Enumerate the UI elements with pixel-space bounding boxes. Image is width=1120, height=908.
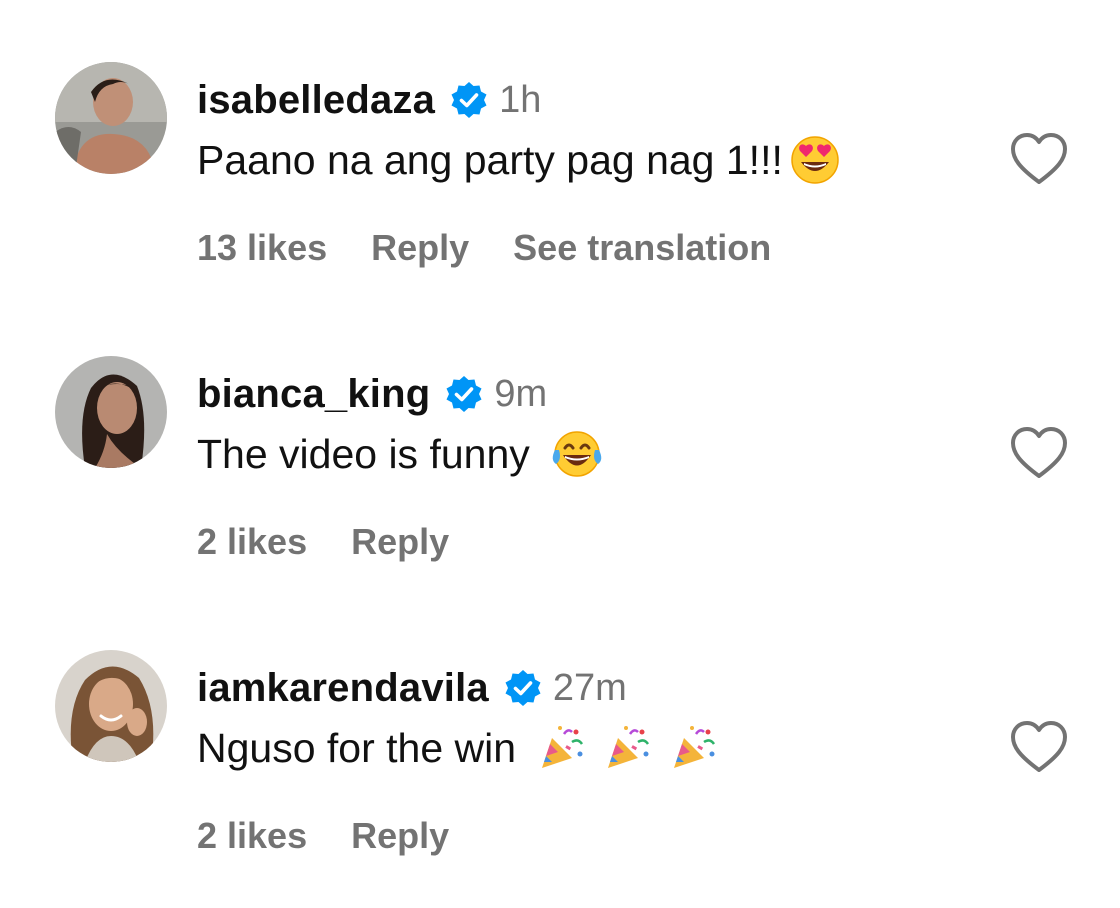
- verified-badge-icon: [503, 668, 543, 708]
- username[interactable]: isabelledaza: [197, 78, 435, 123]
- username[interactable]: bianca_king: [197, 372, 430, 417]
- comment-header: isabelledaza 1h: [197, 72, 541, 128]
- likes-count[interactable]: 2 likes: [197, 815, 307, 857]
- comment-timestamp: 9m: [494, 372, 548, 415]
- comment-timestamp: 1h: [499, 78, 542, 121]
- like-heart-icon[interactable]: [1010, 720, 1068, 774]
- comment-item: iamkarendavila 27m Nguso for the win 2 l…: [0, 588, 1120, 856]
- avatar[interactable]: [55, 650, 167, 762]
- see-translation-button[interactable]: See translation: [513, 227, 771, 269]
- tears-of-joy-emoji-icon: [550, 428, 604, 480]
- reply-button[interactable]: Reply: [371, 227, 469, 269]
- party-popper-emoji-icon: [604, 724, 652, 772]
- party-popper-emoji-icon: [670, 724, 718, 772]
- avatar[interactable]: [55, 62, 167, 174]
- comment-text: The video is funny: [197, 430, 530, 477]
- comment-text: Paano na ang party pag nag 1!!!: [197, 136, 783, 183]
- comment-text-row: Nguso for the win: [197, 720, 718, 776]
- comment-text-row: The video is funny: [197, 426, 604, 482]
- heart-eyes-emoji-icon: [789, 134, 841, 186]
- verified-badge-icon: [444, 374, 484, 414]
- comment-actions: 2 likes Reply: [197, 518, 493, 566]
- reply-button[interactable]: Reply: [351, 521, 449, 563]
- party-popper-emoji-icon: [538, 724, 586, 772]
- comment-item: isabelledaza 1h Paano na ang party pag n…: [0, 0, 1120, 268]
- avatar[interactable]: [55, 356, 167, 468]
- comment-actions: 2 likes Reply: [197, 812, 493, 860]
- comment-timestamp: 27m: [552, 666, 627, 709]
- like-heart-icon[interactable]: [1010, 132, 1068, 186]
- comment-header: iamkarendavila 27m: [197, 660, 627, 716]
- username[interactable]: iamkarendavila: [197, 666, 489, 711]
- like-heart-icon[interactable]: [1010, 426, 1068, 480]
- comment-item: bianca_king 9m The video is funny 2 like…: [0, 294, 1120, 562]
- verified-badge-icon: [449, 80, 489, 120]
- reply-button[interactable]: Reply: [351, 815, 449, 857]
- comment-header: bianca_king 9m: [197, 366, 547, 422]
- comment-text-row: Paano na ang party pag nag 1!!!: [197, 132, 841, 188]
- likes-count[interactable]: 2 likes: [197, 521, 307, 563]
- likes-count[interactable]: 13 likes: [197, 227, 327, 269]
- comment-actions: 13 likes Reply See translation: [197, 224, 815, 272]
- comment-text: Nguso for the win: [197, 724, 517, 771]
